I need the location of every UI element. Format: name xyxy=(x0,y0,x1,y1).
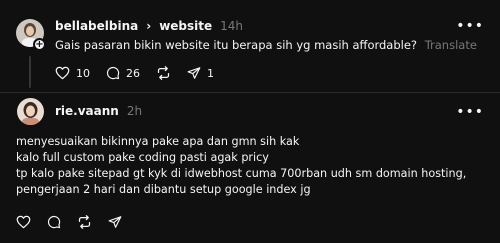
comment-button[interactable]: 26 xyxy=(106,66,140,80)
chevron-right-icon: › xyxy=(146,19,152,33)
reply-text-line: menyesuaikan bikinnya pake apa dan gmn s… xyxy=(16,135,300,148)
share-button[interactable] xyxy=(108,215,122,229)
more-icon[interactable]: ••• xyxy=(456,18,484,34)
repost-icon xyxy=(157,66,170,80)
topic-tag[interactable]: website xyxy=(159,19,212,33)
heart-icon xyxy=(16,215,31,229)
comment-button[interactable] xyxy=(47,215,61,229)
divider xyxy=(0,92,500,93)
op-text: Gais pasaran bikin website itu berapa si… xyxy=(55,38,477,52)
send-icon xyxy=(108,216,122,228)
comment-icon xyxy=(106,66,120,80)
more-icon[interactable]: ••• xyxy=(456,104,484,120)
reply-text-line: tp kalo pake sitepad gt kyk di idwebhost… xyxy=(16,167,467,180)
reply-header: rie.vaann 2h xyxy=(55,104,142,118)
reply-text-line: kalo full custom pake coding pasti agak … xyxy=(16,151,269,164)
reply-timestamp: 2h xyxy=(126,104,143,118)
reply-username[interactable]: rie.vaann xyxy=(55,104,119,118)
send-icon xyxy=(187,67,201,79)
follow-plus-icon[interactable]: + xyxy=(33,38,46,51)
repost-button[interactable] xyxy=(77,215,92,229)
op-header: bellabelbina › website 14h xyxy=(55,17,243,35)
op-action-bar: 10 26 1 xyxy=(55,66,214,80)
translate-link[interactable]: Translate xyxy=(425,38,477,52)
heart-icon xyxy=(55,66,70,80)
op-timestamp: 14h xyxy=(220,19,244,33)
like-button[interactable]: 10 xyxy=(55,66,90,80)
reply-text: menyesuaikan bikinnya pake apa dan gmn s… xyxy=(16,134,466,198)
repost-button[interactable] xyxy=(156,66,171,80)
reply-text-line: pengerjaan 2 hari dan dibantu setup goog… xyxy=(16,183,311,196)
op-text-content: Gais pasaran bikin website itu berapa si… xyxy=(55,38,418,52)
share-count: 1 xyxy=(207,66,214,80)
like-button[interactable] xyxy=(16,215,31,229)
thread-connector-line xyxy=(29,56,31,88)
reply-avatar[interactable] xyxy=(17,98,44,125)
reply-action-bar xyxy=(16,215,122,229)
comment-count: 26 xyxy=(126,66,140,80)
share-button[interactable]: 1 xyxy=(187,66,214,80)
thread-view: + bellabelbina › website 14h ••• Gais pa… xyxy=(0,0,500,243)
repost-icon xyxy=(78,215,91,229)
like-count: 10 xyxy=(76,66,90,80)
op-username[interactable]: bellabelbina xyxy=(55,19,138,33)
comment-icon xyxy=(47,215,61,229)
